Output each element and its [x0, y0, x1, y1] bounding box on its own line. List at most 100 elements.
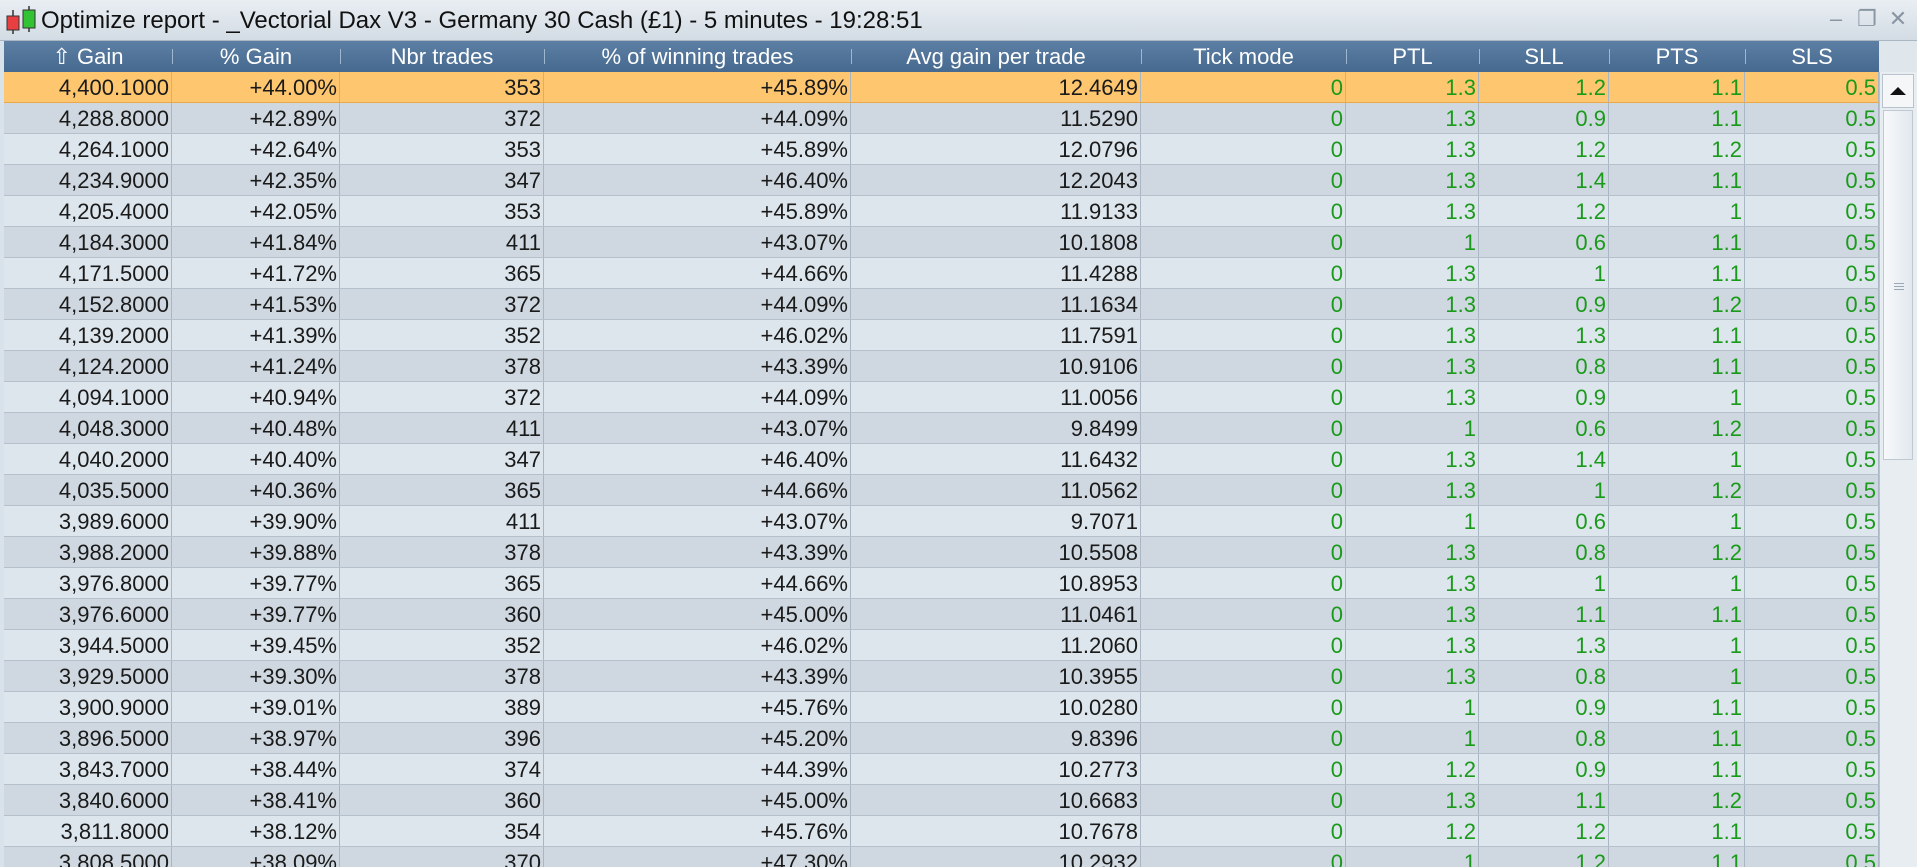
cell-pct-of-winning-trades: +46.40%	[544, 444, 851, 474]
cell-gain: 4,094.1000	[4, 382, 172, 412]
cell-sll: 1.1	[1479, 599, 1609, 629]
cell-pts: 1	[1609, 506, 1745, 536]
vertical-scrollbar[interactable]	[1879, 72, 1917, 867]
cell-pts: 1.1	[1609, 816, 1745, 846]
table-row[interactable]: 4,035.5000 +40.36% 365 +44.66% 11.0562 0 1.3 1 1…	[4, 475, 1879, 506]
cell-pct-of-winning-trades: +43.39%	[544, 661, 851, 691]
cell-pct-gain: +42.35%	[172, 165, 340, 195]
header-divider[interactable]	[340, 49, 341, 64]
cell-ptl: 1.3	[1346, 289, 1479, 319]
cell-pct-gain: +38.12%	[172, 816, 340, 846]
header-divider[interactable]	[851, 49, 852, 64]
header-divider[interactable]	[1346, 49, 1347, 64]
cell-avg-gain-per-trade: 9.8499	[851, 413, 1141, 443]
table-row[interactable]: 4,139.2000 +41.39% 352 +46.02% 11.7591 0 1.3 1.…	[4, 320, 1879, 351]
cell-ptl: 1.3	[1346, 351, 1479, 381]
column-header-sls[interactable]: SLS	[1745, 41, 1879, 72]
header-divider[interactable]	[1609, 49, 1610, 64]
column-header-gain[interactable]: ⇧ Gain	[4, 41, 172, 72]
cell-ptl: 1.3	[1346, 630, 1479, 660]
table-row[interactable]: 3,840.6000 +38.41% 360 +45.00% 10.6683 0 1.3 1.…	[4, 785, 1879, 816]
cell-pts: 1.1	[1609, 103, 1745, 133]
table-row[interactable]: 3,896.5000 +38.97% 396 +45.20% 9.8396 0 1 0.8 1.…	[4, 723, 1879, 754]
table-row[interactable]: 3,988.2000 +39.88% 378 +43.39% 10.5508 0 1.3 0.…	[4, 537, 1879, 568]
table-row[interactable]: 4,124.2000 +41.24% 378 +43.39% 10.9106 0 1.3 0.…	[4, 351, 1879, 382]
cell-ptl: 1.3	[1346, 785, 1479, 815]
cell-tick-mode: 0	[1141, 816, 1346, 846]
cell-avg-gain-per-trade: 11.9133	[851, 196, 1141, 226]
cell-tick-mode: 0	[1141, 196, 1346, 226]
header-divider[interactable]	[1479, 49, 1480, 64]
table-row[interactable]: 4,048.3000 +40.48% 411 +43.07% 9.8499 0 1 0.6 1.…	[4, 413, 1879, 444]
cell-pct-gain: +42.64%	[172, 134, 340, 164]
cell-sls: 0.5	[1745, 72, 1879, 102]
table-row[interactable]: 3,989.6000 +39.90% 411 +43.07% 9.7071 0 1 0.6 1 0…	[4, 506, 1879, 537]
cell-gain: 4,184.3000	[4, 227, 172, 257]
table-row[interactable]: 4,264.1000 +42.64% 353 +45.89% 12.0796 0 1.3 1.…	[4, 134, 1879, 165]
column-header-pct-gain[interactable]: % Gain	[172, 41, 340, 72]
cell-sls: 0.5	[1745, 723, 1879, 753]
cell-pts: 1	[1609, 630, 1745, 660]
close-icon[interactable]: ✕	[1884, 4, 1912, 34]
cell-gain: 3,840.6000	[4, 785, 172, 815]
cell-ptl: 1.2	[1346, 754, 1479, 784]
cell-avg-gain-per-trade: 12.4649	[851, 72, 1141, 102]
cell-gain: 3,843.7000	[4, 754, 172, 784]
table-row[interactable]: 3,811.8000 +38.12% 354 +45.76% 10.7678 0 1.2 1.…	[4, 816, 1879, 847]
table-row[interactable]: 3,843.7000 +38.44% 374 +44.39% 10.2773 0 1.2 0.…	[4, 754, 1879, 785]
table-row[interactable]: 3,976.8000 +39.77% 365 +44.66% 10.8953 0 1.3 1 1…	[4, 568, 1879, 599]
column-header-ptl[interactable]: PTL	[1346, 41, 1479, 72]
cell-gain: 4,124.2000	[4, 351, 172, 381]
table-row[interactable]: 3,976.6000 +39.77% 360 +45.00% 11.0461 0 1.3 1.…	[4, 599, 1879, 630]
cell-tick-mode: 0	[1141, 692, 1346, 722]
table-row[interactable]: 3,900.9000 +39.01% 389 +45.76% 10.0280 0 1 0.9 1…	[4, 692, 1879, 723]
minimize-icon[interactable]: –	[1822, 4, 1850, 34]
cell-ptl: 1.3	[1346, 661, 1479, 691]
cell-gain: 4,035.5000	[4, 475, 172, 505]
table-row[interactable]: 4,205.4000 +42.05% 353 +45.89% 11.9133 0 1.3 1.…	[4, 196, 1879, 227]
table-row[interactable]: 3,808.5000 +38.09% 370 +47.30% 10.2932 0 1 1.2 1…	[4, 847, 1879, 867]
header-divider[interactable]	[544, 49, 545, 64]
cell-pct-gain: +38.41%	[172, 785, 340, 815]
column-header-label: Tick mode	[1193, 44, 1294, 69]
column-header-label: Nbr trades	[390, 44, 494, 69]
scroll-up-button[interactable]	[1882, 74, 1914, 108]
table-row[interactable]: 4,184.3000 +41.84% 411 +43.07% 10.1808 0 1 0.6 1…	[4, 227, 1879, 258]
cell-pts: 1	[1609, 568, 1745, 598]
cell-pct-gain: +41.39%	[172, 320, 340, 350]
scroll-thumb[interactable]	[1883, 110, 1913, 460]
header-divider[interactable]	[1745, 49, 1746, 64]
column-header-tick-mode[interactable]: Tick mode	[1141, 41, 1346, 72]
table-row[interactable]: 4,171.5000 +41.72% 365 +44.66% 11.4288 0 1.3 1 1…	[4, 258, 1879, 289]
cell-nbr-trades: 378	[340, 537, 544, 567]
table-row[interactable]: 4,094.1000 +40.94% 372 +44.09% 11.0056 0 1.3 0.…	[4, 382, 1879, 413]
header-divider[interactable]	[172, 49, 173, 64]
column-header-pct-of-winning-trades[interactable]: % of winning trades	[544, 41, 851, 72]
table-row[interactable]: 3,944.5000 +39.45% 352 +46.02% 11.2060 0 1.3 1.…	[4, 630, 1879, 661]
cell-sll: 1.1	[1479, 785, 1609, 815]
cell-pts: 1.2	[1609, 134, 1745, 164]
column-header-pts[interactable]: PTS	[1609, 41, 1745, 72]
cell-nbr-trades: 374	[340, 754, 544, 784]
table-row[interactable]: 3,929.5000 +39.30% 378 +43.39% 10.3955 0 1.3 0.…	[4, 661, 1879, 692]
table-row[interactable]: 4,288.8000 +42.89% 372 +44.09% 11.5290 0 1.3 0.…	[4, 103, 1879, 134]
cell-pts: 1.1	[1609, 723, 1745, 753]
cell-pct-of-winning-trades: +43.07%	[544, 506, 851, 536]
cell-sls: 0.5	[1745, 227, 1879, 257]
table-row[interactable]: 4,152.8000 +41.53% 372 +44.09% 11.1634 0 1.3 0.…	[4, 289, 1879, 320]
cell-ptl: 1.3	[1346, 599, 1479, 629]
column-header-avg-gain-per-trade[interactable]: Avg gain per trade	[851, 41, 1141, 72]
cell-tick-mode: 0	[1141, 444, 1346, 474]
table-row[interactable]: 4,040.2000 +40.40% 347 +46.40% 11.6432 0 1.3 1.…	[4, 444, 1879, 475]
cell-pct-of-winning-trades: +45.20%	[544, 723, 851, 753]
table-row[interactable]: 4,400.1000 +44.00% 353 +45.89% 12.4649 0 1.3 1.…	[4, 72, 1879, 103]
table-row[interactable]: 4,234.9000 +42.35% 347 +46.40% 12.2043 0 1.3 1.…	[4, 165, 1879, 196]
cell-ptl: 1	[1346, 847, 1479, 867]
column-header-sll[interactable]: SLL	[1479, 41, 1609, 72]
restore-icon[interactable]: ❐	[1853, 4, 1881, 34]
column-header-nbr-trades[interactable]: Nbr trades	[340, 41, 544, 72]
header-divider[interactable]	[1141, 49, 1142, 64]
cell-avg-gain-per-trade: 10.7678	[851, 816, 1141, 846]
cell-gain: 3,976.6000	[4, 599, 172, 629]
scrollbar-corner	[1879, 41, 1917, 72]
